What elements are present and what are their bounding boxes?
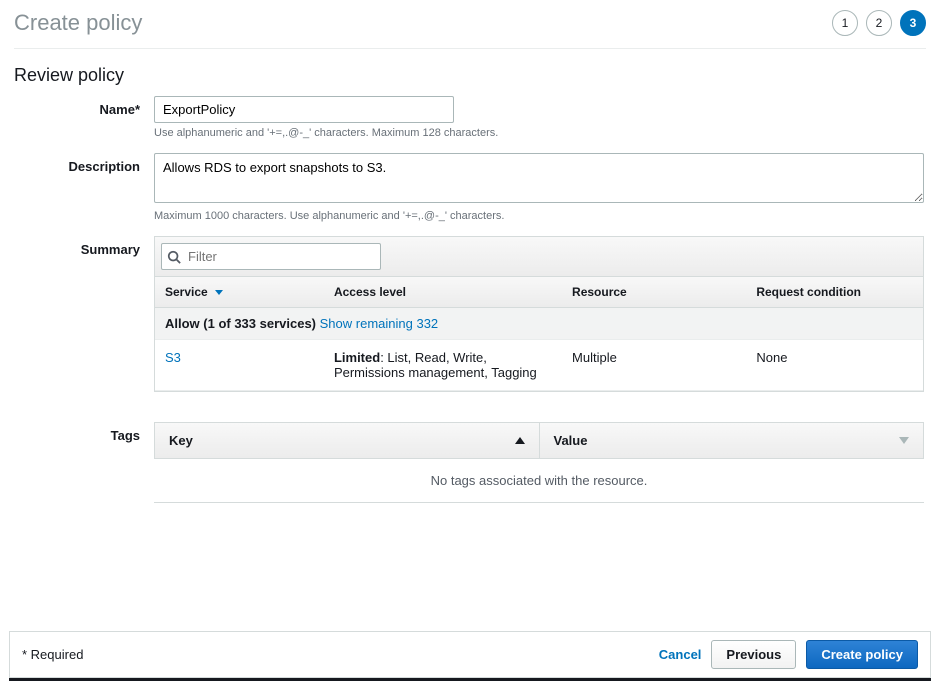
- name-input[interactable]: [154, 96, 454, 123]
- summary-filter-bar: [155, 237, 923, 277]
- section-title: Review policy: [14, 49, 926, 96]
- tags-value-column[interactable]: Value: [540, 423, 924, 458]
- name-label: Name*: [14, 96, 154, 117]
- header: Create policy 1 2 3: [14, 10, 926, 49]
- tags-key-label: Key: [169, 433, 193, 448]
- step-1[interactable]: 1: [832, 10, 858, 36]
- description-input[interactable]: Allows RDS to export snapshots to S3.: [154, 153, 924, 203]
- description-label: Description: [14, 153, 154, 174]
- tags-empty-message: No tags associated with the resource.: [154, 459, 924, 503]
- name-hint: Use alphanumeric and '+=,.@-_' character…: [154, 127, 926, 139]
- table-row: S3 Limited: List, Read, Write, Permissio…: [155, 340, 923, 391]
- resource-cell: Multiple: [562, 340, 746, 391]
- access-level-prefix: Limited: [334, 350, 380, 365]
- previous-button[interactable]: Previous: [711, 640, 796, 669]
- description-hint: Maximum 1000 characters. Use alphanumeri…: [154, 210, 926, 222]
- tags-label: Tags: [14, 422, 154, 443]
- wizard-steps: 1 2 3: [832, 10, 926, 36]
- create-policy-button[interactable]: Create policy: [806, 640, 918, 669]
- col-service[interactable]: Service: [155, 277, 324, 308]
- service-link[interactable]: S3: [165, 350, 181, 365]
- search-icon: [167, 250, 181, 264]
- show-remaining-link[interactable]: Show remaining 332: [320, 316, 439, 331]
- condition-cell: None: [746, 340, 923, 391]
- allow-summary-row: Allow (1 of 333 services) Show remaining…: [155, 308, 923, 340]
- cancel-button[interactable]: Cancel: [659, 647, 702, 662]
- summary-label: Summary: [14, 236, 154, 257]
- footer-shadow: [9, 678, 931, 681]
- required-note: * Required: [22, 647, 83, 662]
- col-request-condition[interactable]: Request condition: [746, 277, 923, 308]
- tags-panel: Key Value No tags associated with the re…: [154, 422, 924, 503]
- step-3[interactable]: 3: [900, 10, 926, 36]
- tags-key-column[interactable]: Key: [155, 423, 540, 458]
- col-service-label: Service: [165, 285, 208, 299]
- footer-bar: * Required Cancel Previous Create policy: [9, 631, 931, 678]
- tags-header: Key Value: [154, 422, 924, 459]
- col-access-level[interactable]: Access level: [324, 277, 562, 308]
- allow-count-text: Allow (1 of 333 services): [165, 316, 316, 331]
- sort-desc-icon: [899, 437, 909, 444]
- summary-filter-input[interactable]: [161, 243, 381, 270]
- step-2[interactable]: 2: [866, 10, 892, 36]
- sort-asc-icon: [515, 437, 525, 444]
- page-title: Create policy: [14, 10, 142, 36]
- sort-caret-icon: [215, 290, 223, 295]
- col-resource[interactable]: Resource: [562, 277, 746, 308]
- tags-value-label: Value: [554, 433, 588, 448]
- summary-table: Service Access level Resource Request co…: [155, 277, 923, 391]
- summary-panel: Service Access level Resource Request co…: [154, 236, 924, 392]
